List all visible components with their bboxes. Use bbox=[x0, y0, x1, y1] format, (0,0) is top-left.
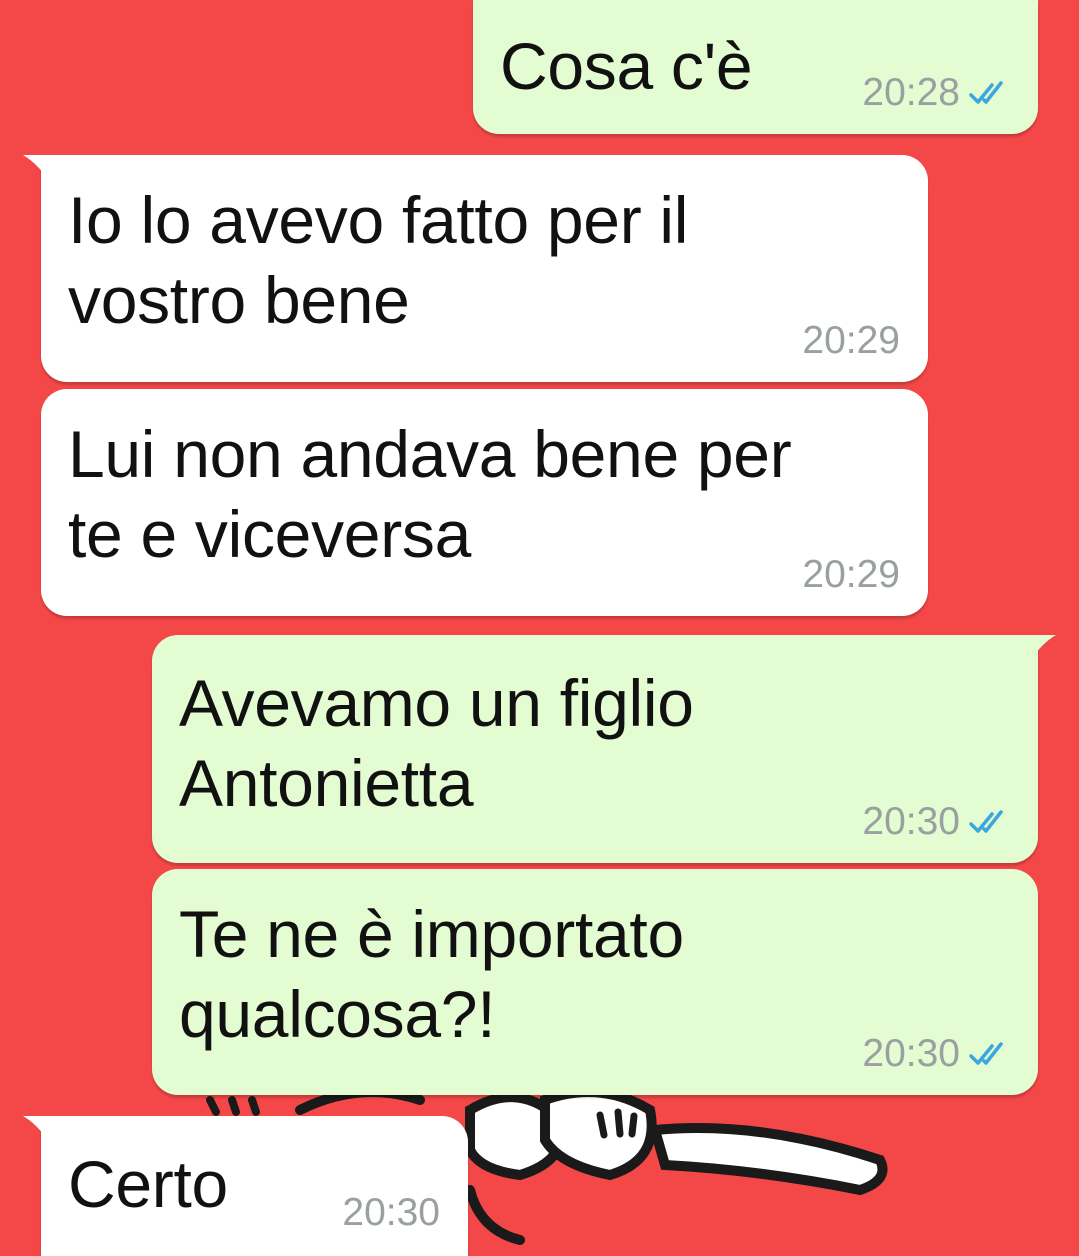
message-time: 20:30 bbox=[862, 1032, 960, 1075]
outgoing-message[interactable]: Avevamo un figlio Antonietta 20:30 bbox=[152, 635, 1056, 863]
message-time: 20:28 bbox=[862, 71, 960, 114]
message-meta: 20:30 bbox=[862, 1031, 1010, 1077]
message-text: Io lo avevo fatto per il vostro bene bbox=[68, 183, 689, 337]
message-meta: 20:30 bbox=[342, 1190, 440, 1236]
double-check-read-icon bbox=[969, 810, 1003, 833]
message-meta: 20:30 bbox=[862, 799, 1010, 845]
outgoing-message[interactable]: Cosa c'è 20:28 bbox=[473, 0, 1038, 134]
incoming-message[interactable]: Certo 20:30 bbox=[23, 1116, 468, 1256]
message-meta: 20:28 bbox=[862, 70, 1010, 116]
message-text: Cosa c'è bbox=[500, 29, 753, 103]
message-text: Lui non andava bene per te e viceversa bbox=[68, 417, 792, 571]
message-time: 20:29 bbox=[802, 553, 900, 596]
message-time: 20:30 bbox=[862, 800, 960, 843]
bubble-tail bbox=[1030, 635, 1056, 661]
double-check-read-icon bbox=[969, 1042, 1003, 1065]
message-list[interactable]: Cosa c'è 20:28 Io lo avevo fatto per il … bbox=[0, 0, 1079, 1256]
message-text: Avevamo un figlio Antonietta bbox=[179, 666, 694, 820]
bubble-tail bbox=[23, 155, 49, 181]
bubble-tail bbox=[23, 1116, 49, 1142]
outgoing-message[interactable]: Te ne è importato qualcosa?! 20:30 bbox=[152, 869, 1038, 1095]
message-meta: 20:29 bbox=[802, 552, 900, 598]
message-meta: 20:29 bbox=[802, 318, 900, 364]
double-check-read-icon bbox=[969, 81, 1003, 104]
message-time: 20:29 bbox=[802, 319, 900, 362]
incoming-message[interactable]: Io lo avevo fatto per il vostro bene 20:… bbox=[23, 155, 928, 382]
message-text: Te ne è importato qualcosa?! bbox=[179, 897, 684, 1051]
incoming-message[interactable]: Lui non andava bene per te e viceversa 2… bbox=[41, 389, 928, 616]
message-time: 20:30 bbox=[342, 1191, 440, 1234]
message-text: Certo bbox=[68, 1147, 228, 1221]
